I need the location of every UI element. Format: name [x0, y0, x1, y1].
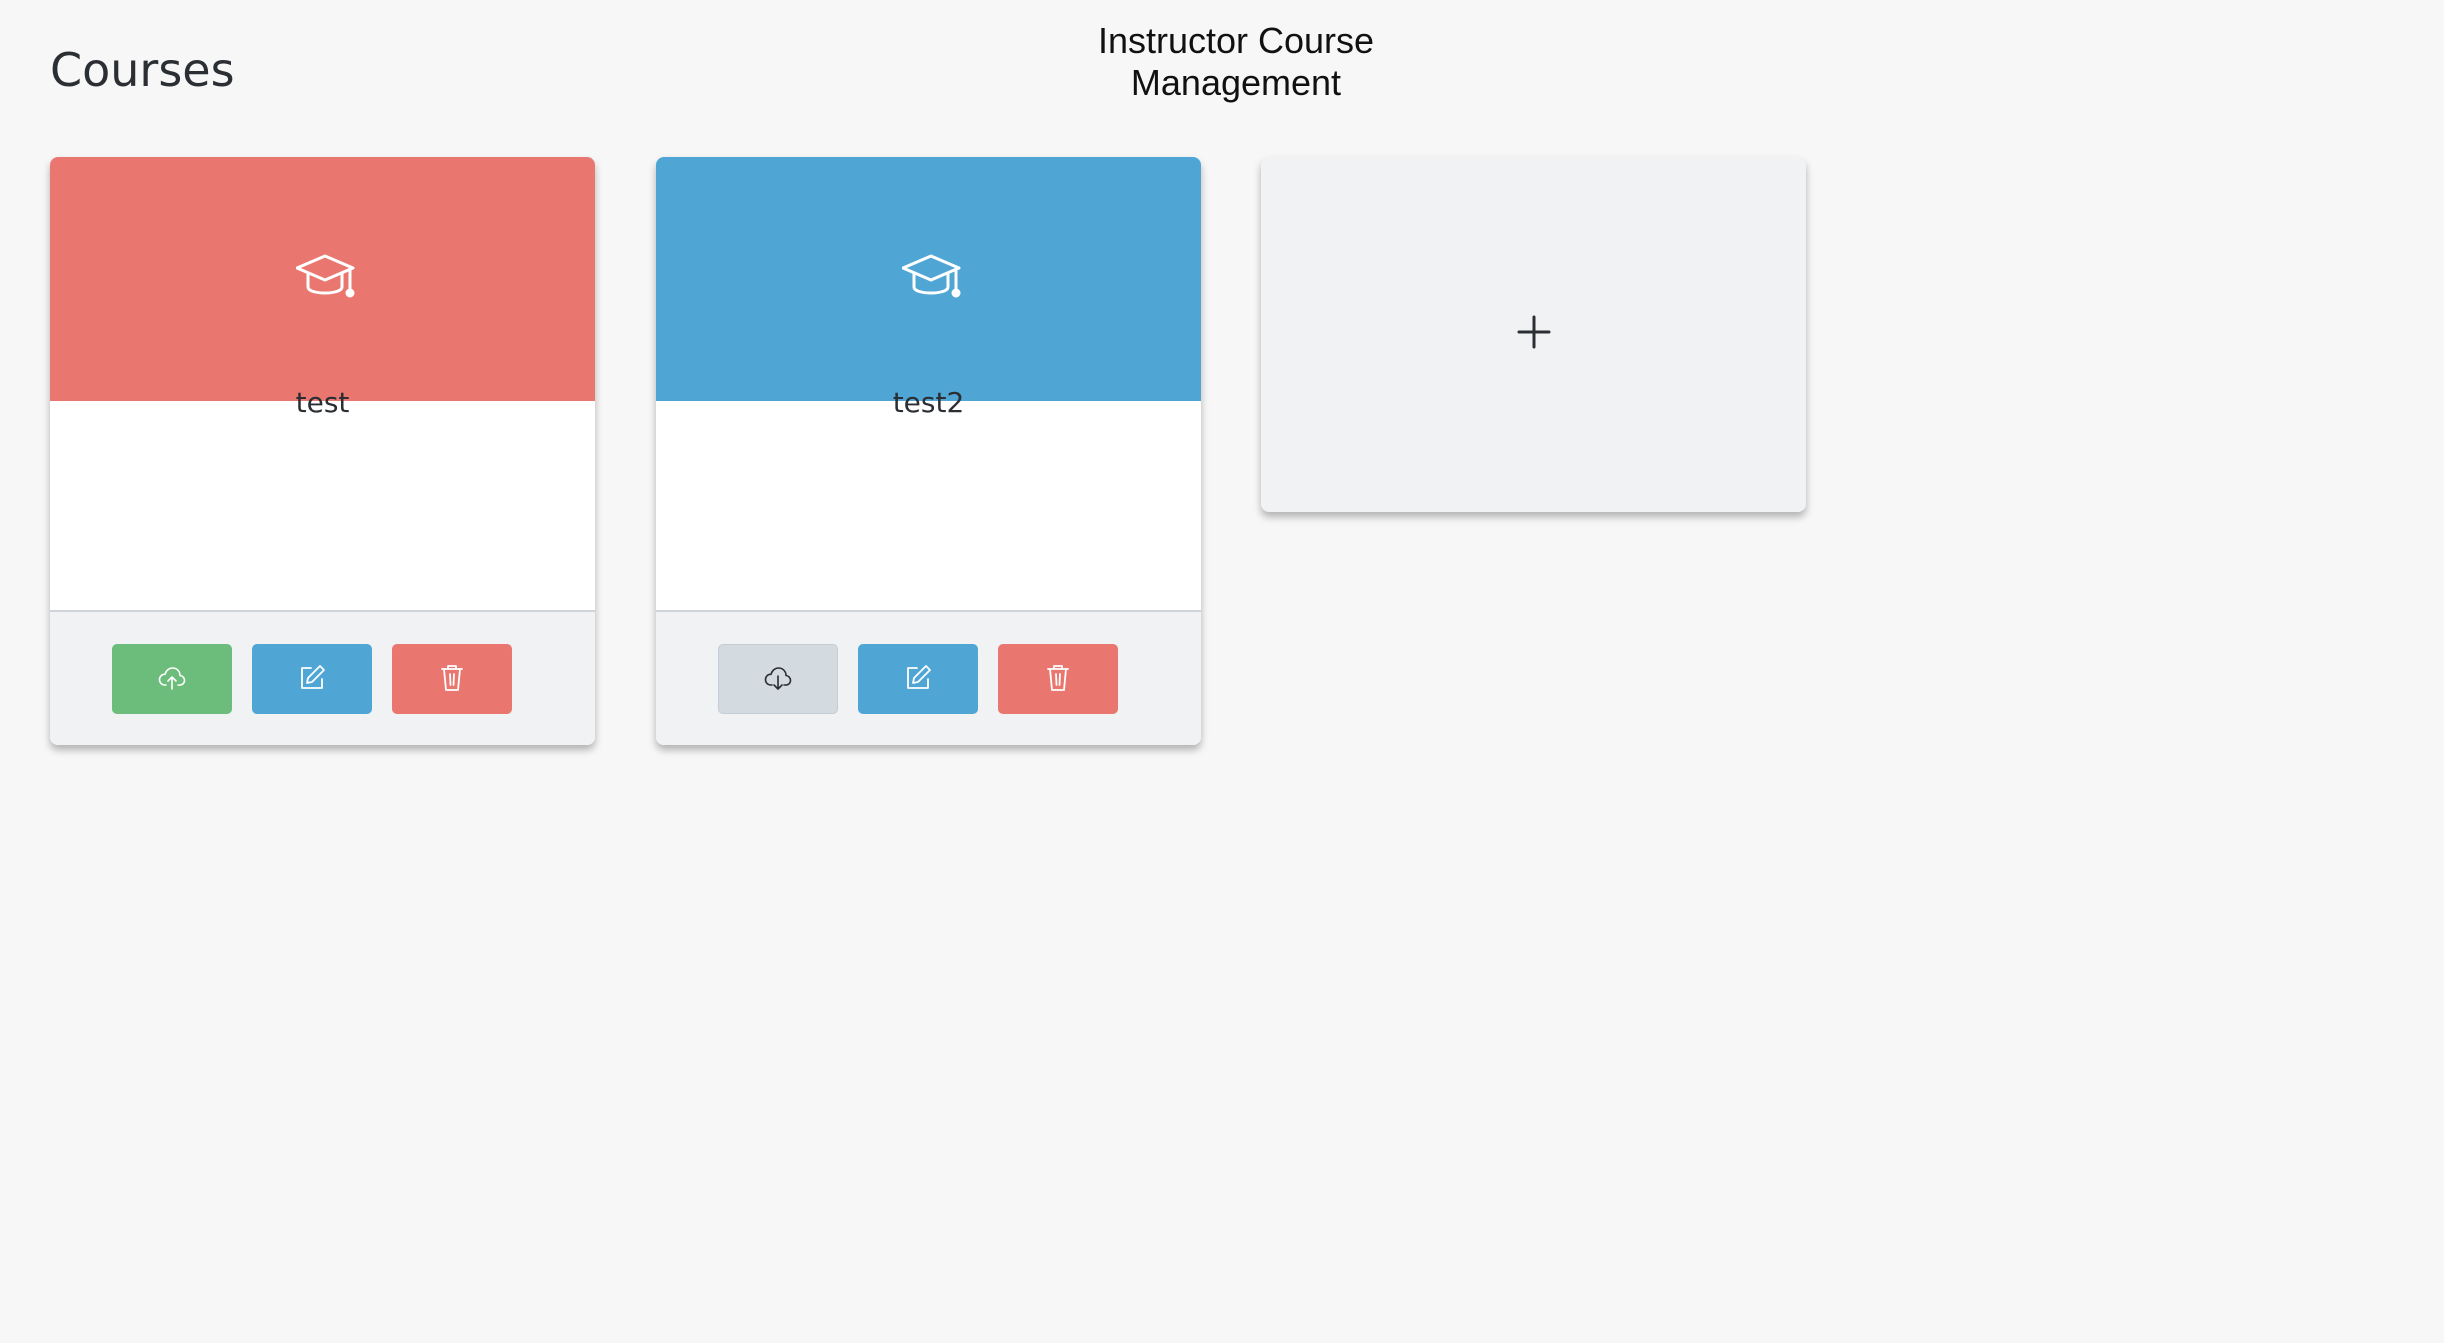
trash-icon [1043, 663, 1073, 696]
course-name: test [295, 386, 350, 419]
card-footer [50, 610, 595, 745]
course-name: test2 [892, 386, 965, 419]
graduation-cap-icon [898, 253, 960, 306]
trash-icon [437, 663, 467, 696]
page-title: Courses [50, 43, 235, 97]
course-card[interactable]: test2 [656, 157, 1201, 745]
edit-icon [903, 663, 933, 696]
cloud-download-icon [763, 663, 793, 696]
page: Courses Instructor Course Management tes… [0, 0, 2444, 1343]
course-card[interactable]: test [50, 157, 595, 745]
cloud-upload-icon [157, 663, 187, 696]
edit-icon [297, 663, 327, 696]
plus-icon [1517, 315, 1551, 354]
card-banner [656, 157, 1201, 401]
edit-button[interactable] [858, 644, 978, 714]
card-banner [50, 157, 595, 401]
edit-button[interactable] [252, 644, 372, 714]
delete-button[interactable] [998, 644, 1118, 714]
card-footer [656, 610, 1201, 745]
header-title: Instructor Course Management [1097, 20, 1375, 103]
publish-button[interactable] [112, 644, 232, 714]
delete-button[interactable] [392, 644, 512, 714]
download-button[interactable] [718, 644, 838, 714]
graduation-cap-icon [292, 253, 354, 306]
add-course-card[interactable] [1261, 157, 1806, 512]
